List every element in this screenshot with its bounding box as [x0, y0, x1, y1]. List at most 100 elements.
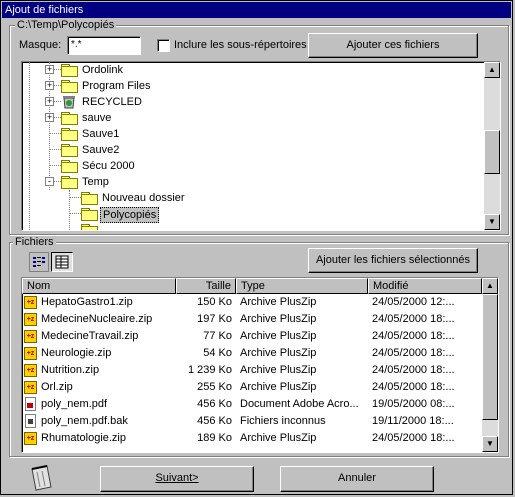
next-button[interactable]: Suivant> — [100, 466, 254, 492]
zip-file-icon: +z — [24, 347, 37, 360]
file-name: Rhumatologie.zip — [41, 432, 126, 444]
collapse-icon[interactable]: - — [45, 177, 54, 186]
list-view-button[interactable] — [29, 252, 49, 272]
trash-icon[interactable] — [27, 463, 55, 491]
cancel-button[interactable]: Annuler — [280, 466, 434, 492]
file-size: 54 Ko — [203, 347, 232, 359]
scroll-down-icon[interactable]: ▼ — [482, 436, 498, 452]
table-row[interactable]: +z Nutrition.zip 1 239 Ko Archive PlusZi… — [22, 362, 482, 379]
column-header-name[interactable]: Nom — [22, 278, 176, 294]
scroll-up-icon[interactable]: ▲ — [482, 278, 498, 294]
tree-item-sauve1[interactable]: Sauve1 — [22, 126, 482, 142]
file-modified: 24/05/2000 18:... — [372, 364, 455, 376]
details-view-button[interactable] — [51, 252, 73, 272]
file-modified: 19/05/2000 08:... — [372, 398, 455, 410]
file-type: Archive PlusZip — [240, 364, 317, 376]
file-type: Archive PlusZip — [240, 296, 317, 308]
tree-item-sauve[interactable]: + sauve — [22, 110, 482, 126]
file-size: 189 Ko — [197, 432, 232, 444]
zip-file-icon: +z — [24, 330, 37, 343]
file-list-scrollbar[interactable]: ▲ ▼ — [482, 278, 498, 452]
file-type: Archive PlusZip — [240, 313, 317, 325]
expand-icon[interactable]: + — [45, 65, 54, 74]
file-size: 255 Ko — [197, 381, 232, 393]
column-header-modified[interactable]: Modifié — [368, 278, 482, 294]
tree-item-temp[interactable]: - Temp — [22, 174, 482, 190]
tree-item-sauve2[interactable]: Sauve2 — [22, 142, 482, 158]
window-title: Ajout de fichiers — [2, 2, 511, 18]
mask-input[interactable]: *.* — [67, 36, 141, 55]
scroll-thumb[interactable] — [482, 294, 498, 420]
cancel-button-label: Annuler — [338, 472, 376, 484]
table-row[interactable]: poly_nem.pdf 456 Ko Document Adobe Acro.… — [22, 396, 482, 413]
add-these-files-button[interactable]: Ajouter ces fichiers — [308, 33, 478, 58]
file-name: HepatoGastro1.zip — [41, 296, 133, 308]
tree-item-label: RECYCLED — [82, 96, 142, 108]
tree-item-ordolink[interactable]: + Ordolink — [22, 62, 482, 78]
tree-scrollbar[interactable]: ▲ ▼ — [484, 62, 500, 230]
table-row[interactable]: poly_nem.pdf.bak 456 Ko Fichiers inconnu… — [22, 413, 482, 430]
file-modified: 24/05/2000 12:... — [372, 296, 455, 308]
file-size: 150 Ko — [197, 296, 232, 308]
tree-item-nouveau-dossier[interactable]: Nouveau dossier — [22, 190, 482, 206]
file-size: 456 Ko — [197, 398, 232, 410]
scroll-thumb[interactable] — [484, 130, 500, 174]
tree-item-label: Nouveau dossier — [102, 192, 185, 204]
expand-icon[interactable]: + — [45, 97, 54, 106]
file-size: 456 Ko — [197, 415, 232, 427]
file-modified: 24/05/2000 18:... — [372, 313, 455, 325]
file-modified: 24/05/2000 18:... — [372, 432, 455, 444]
folder-icon — [61, 160, 78, 173]
table-row[interactable]: +z Neurologie.zip 54 Ko Archive PlusZip … — [22, 345, 482, 362]
file-name: poly_nem.pdf — [41, 398, 108, 410]
file-type: Document Adobe Acro... — [240, 398, 359, 410]
mask-label: Masque: — [19, 39, 62, 51]
table-row[interactable]: +z Orl.zip 255 Ko Archive PlusZip 24/05/… — [22, 379, 482, 396]
folder-icon — [61, 64, 78, 77]
column-header-size[interactable]: Taille — [176, 278, 236, 294]
tree-item-label: Temp — [82, 176, 109, 188]
scroll-up-icon[interactable]: ▲ — [484, 62, 500, 78]
folder-icon — [81, 224, 98, 230]
tree-item-polycopies[interactable]: Polycopiés — [22, 206, 482, 223]
tree-item-recycled[interactable]: + RECYCLED — [22, 94, 482, 110]
tree-item-label: Sauve1 — [82, 128, 120, 140]
list-view-icon — [33, 257, 45, 267]
tree-item-secu-2000[interactable]: Sécu 2000 — [22, 158, 482, 174]
expand-icon[interactable]: + — [45, 113, 54, 122]
add-selected-files-button[interactable]: Ajouter les fichiers sélectionnés — [308, 248, 478, 273]
pdf-file-icon — [25, 397, 36, 411]
add-files-dialog: Ajout de fichiers C:\Temp\Polycopiés Mas… — [0, 0, 513, 495]
file-name: MedecineTravail.zip — [41, 330, 139, 342]
file-type: Archive PlusZip — [240, 432, 317, 444]
tree-item-program-files[interactable]: + Program Files — [22, 78, 482, 94]
file-modified: 24/05/2000 18:... — [372, 381, 455, 393]
expand-icon[interactable]: + — [45, 81, 54, 90]
table-row[interactable]: +z MedecineNucleaire.zip 197 Ko Archive … — [22, 311, 482, 328]
details-view-icon — [55, 255, 69, 269]
tree-item-label: Ordolink — [82, 64, 123, 76]
tree-item-label: Sauve2 — [82, 144, 120, 156]
next-button-label: Suivant> — [155, 472, 199, 484]
table-row[interactable]: +z MedecineTravail.zip 77 Ko Archive Plu… — [22, 328, 482, 345]
file-name: MedecineNucleaire.zip — [41, 313, 153, 325]
zip-file-icon: +z — [24, 381, 37, 394]
file-name: Orl.zip — [41, 381, 73, 393]
zip-file-icon: +z — [24, 296, 37, 309]
file-list[interactable]: Nom Taille Type Modifié +z HepatoGastro1… — [21, 277, 499, 453]
scroll-down-icon[interactable]: ▼ — [484, 214, 500, 230]
file-name: Neurologie.zip — [41, 347, 112, 359]
tree-item-label: Sécu 2000 — [82, 160, 135, 172]
mask-input-value: *.* — [71, 39, 82, 50]
column-header-type[interactable]: Type — [236, 278, 368, 294]
folder-tree[interactable]: + Ordolink + Program Files + RECYCLED + … — [21, 61, 501, 231]
include-subdirs-checkbox[interactable] — [157, 39, 170, 52]
table-row[interactable]: +z HepatoGastro1.zip 150 Ko Archive Plus… — [22, 294, 482, 311]
include-subdirs-label[interactable]: Inclure les sous-répertoires — [174, 39, 307, 51]
folder-icon — [61, 112, 78, 125]
recycle-bin-icon — [63, 96, 75, 109]
file-size: 77 Ko — [203, 330, 232, 342]
folder-icon — [81, 192, 98, 205]
table-row[interactable]: +z Rhumatologie.zip 189 Ko Archive PlusZ… — [22, 430, 482, 447]
file-type: Fichiers inconnus — [240, 415, 326, 427]
